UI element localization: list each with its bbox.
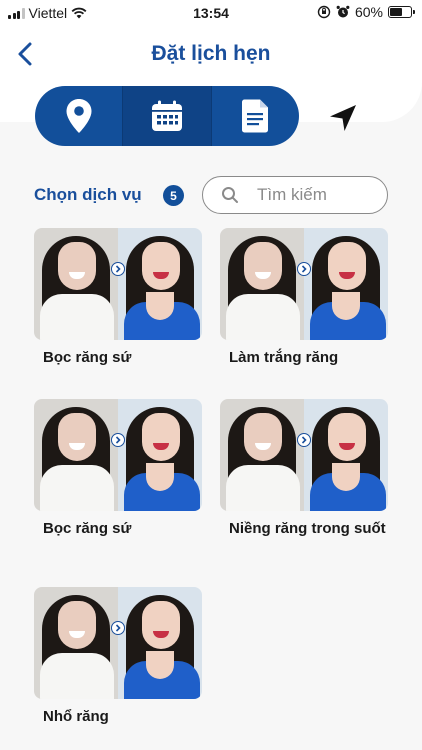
service-card[interactable]: Nhổ răng [34,587,202,726]
chevron-right-icon [297,262,311,276]
before-image [220,399,304,511]
count-badge: 5 [163,185,184,206]
chevron-right-icon [111,262,125,276]
page-title: Đặt lịch hẹn [151,42,271,65]
calendar-icon [151,100,182,131]
step-tabs [35,86,299,146]
navigation-arrow-icon [330,105,356,131]
search-input[interactable] [257,185,367,205]
after-image [118,228,202,340]
before-image [34,228,118,340]
service-label: Nhổ răng [43,708,109,725]
navigation-button[interactable] [327,102,359,134]
battery-percent: 60% [354,4,383,20]
tab-location[interactable] [35,86,122,146]
service-card[interactable]: Bọc răng sứ [34,399,202,538]
after-image [304,228,388,340]
service-thumbnail [34,399,202,511]
chevron-right-icon [111,621,125,635]
before-image [34,399,118,511]
status-right: 60% [317,4,415,20]
tab-calendar[interactable] [122,86,212,146]
chevron-right-icon [111,433,125,447]
tab-document[interactable] [212,86,299,146]
status-bar: Viettel 13:54 60% [0,0,422,26]
before-image [34,587,118,699]
chevron-right-icon [297,433,311,447]
service-label: Bọc răng sứ [43,520,132,537]
after-image [304,399,388,511]
orientation-lock-icon [317,5,331,19]
after-image [118,399,202,511]
service-card[interactable]: Làm trắng răng [220,228,388,367]
search-icon [222,187,238,203]
service-label: Bọc răng sứ [43,349,132,366]
after-image [118,587,202,699]
service-thumbnail [220,399,388,511]
battery-icon [388,6,415,18]
service-card[interactable]: Niềng răng trong suốt [220,399,388,538]
service-label: Làm trắng răng [229,349,339,366]
alarm-icon [336,5,350,18]
service-thumbnail [220,228,388,340]
location-pin-icon [66,99,92,133]
search-box[interactable] [202,176,388,214]
service-label: Niềng răng trong suốt [229,520,386,537]
service-card[interactable]: Bọc răng sứ [34,228,202,367]
document-icon [242,99,269,133]
before-image [220,228,304,340]
section-title: Chọn dịch vụ [34,185,142,204]
service-thumbnail [34,228,202,340]
service-thumbnail [34,587,202,699]
section-header: Chọn dịch vụ 5 [34,176,388,214]
